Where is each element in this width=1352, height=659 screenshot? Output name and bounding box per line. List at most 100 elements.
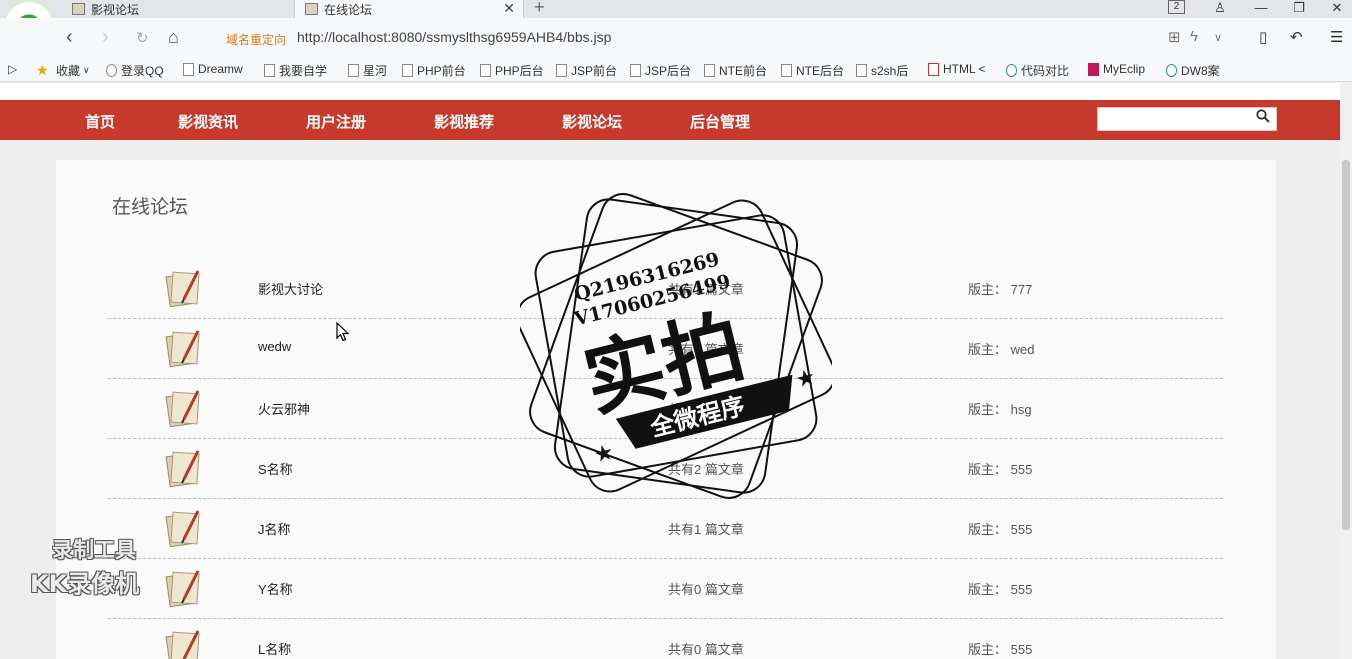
page-icon [402, 64, 413, 77]
bookmark-item[interactable]: JSP后台 [630, 62, 691, 79]
myeclipse-icon [1088, 62, 1099, 76]
bookmark-item[interactable]: ★ 收藏 ∨ [36, 62, 90, 79]
page-icon [556, 64, 567, 77]
moderator-label: 版主： 555 [968, 642, 1033, 657]
moderator-label: 版主： hsg [968, 402, 1032, 417]
undo-icon[interactable]: ↶ [1290, 28, 1303, 46]
bookmark-item[interactable]: 登录QQ [106, 62, 164, 79]
forum-board-icon [165, 390, 200, 428]
article-count: 共有1 篇文章 [668, 522, 744, 537]
close-tab-icon[interactable]: ✕ [503, 0, 515, 17]
minimize-icon[interactable]: — [1246, 0, 1276, 18]
page-favicon-icon [72, 3, 85, 15]
star-icon: ★ [793, 364, 818, 393]
forum-board-icon [165, 630, 200, 659]
url-input[interactable]: http://localhost:8080/ssmyslthsg6959AHB4… [297, 29, 611, 45]
address-bar: ‹ › ↻ ⌂ 域名重定向 http://localhost:8080/ssmy… [0, 18, 1352, 58]
reading-icon[interactable]: ▯ [1259, 28, 1267, 46]
tab-count-badge[interactable]: 2 [1168, 0, 1185, 14]
forum-name-link[interactable]: 火云邪神 [258, 399, 310, 418]
new-tab-icon[interactable]: + [534, 0, 545, 18]
bookmark-item[interactable]: NTE后台 [781, 62, 844, 79]
window-close-icon[interactable]: ✕ [1322, 0, 1352, 18]
recorder-watermark: 录制工具 KK录像机 [30, 534, 180, 599]
site-icon [856, 64, 867, 77]
page-favicon-icon [305, 3, 318, 15]
bookmark-item[interactable]: DW8案 [1166, 62, 1220, 79]
article-count: 共有0 篇文章 [668, 582, 744, 597]
bookmark-item[interactable]: 代码对比 [1006, 62, 1069, 79]
star-icon: ★ [591, 439, 616, 468]
mouse-cursor-icon [336, 322, 350, 342]
nav-register[interactable]: 用户注册 [306, 111, 366, 132]
page-icon [348, 64, 359, 77]
forum-name-link[interactable]: S名称 [258, 459, 293, 478]
sidebar-toggle-icon[interactable]: ▷ [8, 62, 17, 76]
bookmark-item[interactable]: PHP后台 [480, 62, 544, 79]
nav-home[interactable]: 首页 [85, 111, 115, 132]
tab-1-label: 影视论坛 [91, 2, 140, 17]
forum-row[interactable]: J名称 共有1 篇文章 版主： 555 [108, 499, 1223, 559]
bookmark-item[interactable]: JSP前台 [556, 62, 617, 79]
dreamweaver-icon [183, 62, 194, 76]
tab-2-active[interactable]: 在线论坛 ✕ [294, 0, 524, 18]
forum-board-icon [165, 450, 200, 488]
moderator-label: 版主： 555 [968, 462, 1033, 477]
forum-row[interactable]: Y名称 共有0 篇文章 版主： 555 [108, 559, 1223, 619]
search-input[interactable] [1097, 107, 1277, 131]
nav-news[interactable]: 影视资讯 [178, 111, 238, 132]
html-icon [928, 62, 939, 76]
nav-recommend[interactable]: 影视推荐 [434, 111, 494, 132]
bookmark-item[interactable]: 星河 [348, 62, 387, 79]
scrollbar-thumb[interactable] [1342, 160, 1350, 530]
bookmark-item[interactable]: NTE前台 [704, 62, 767, 79]
forum-board-icon [165, 270, 200, 308]
main-nav: 首页 影视资讯 用户注册 影视推荐 影视论坛 后台管理 [0, 100, 1340, 140]
restore-icon[interactable]: ❐ [1284, 0, 1314, 18]
bookmark-item[interactable]: Dreamw [183, 62, 243, 76]
forum-row[interactable]: L名称 共有0 篇文章 版主： 555 [108, 619, 1223, 659]
page-header-strip [0, 83, 1340, 100]
tab-2-label: 在线论坛 [324, 2, 373, 17]
tab-1[interactable]: 影视论坛 [62, 0, 294, 18]
star-icon: ★ [36, 62, 49, 78]
forum-name-link[interactable]: 影视大讨论 [258, 279, 323, 298]
bookmark-item[interactable]: s2sh后 [856, 62, 908, 79]
moderator-label: 版主： wed [968, 342, 1035, 357]
refresh-icon[interactable]: ↻ [136, 29, 149, 47]
watermark-line-1: 录制工具 [52, 538, 136, 562]
redirect-label: 域名重定向 [226, 33, 287, 47]
grid-icon[interactable]: ⊞ [1168, 28, 1181, 46]
lightning-icon[interactable]: ϟ [1190, 28, 1198, 45]
menu-icon[interactable]: ☰ [1330, 28, 1343, 46]
forum-name-link[interactable]: wedw [258, 339, 291, 354]
bookmark-item[interactable]: HTML < [928, 62, 986, 76]
forward-icon[interactable]: › [102, 26, 109, 49]
bookmark-item[interactable]: PHP前台 [402, 62, 466, 79]
page-icon [704, 64, 715, 77]
watermark-line-2: KK录像机 [30, 570, 140, 598]
forum-name-link[interactable]: J名称 [258, 519, 291, 538]
page-icon [480, 64, 491, 77]
article-count: 共有0 篇文章 [668, 642, 744, 657]
qq-icon [106, 64, 117, 77]
nav-forum[interactable]: 影视论坛 [562, 111, 622, 132]
compare-icon [1006, 64, 1017, 77]
forum-name-link[interactable]: L名称 [258, 639, 291, 658]
chevron-down-icon[interactable]: ∨ [1214, 31, 1222, 44]
site-icon [264, 64, 275, 77]
moderator-label: 版主： 555 [968, 582, 1033, 597]
nav-admin[interactable]: 后台管理 [690, 111, 750, 132]
back-icon[interactable]: ‹ [66, 26, 73, 49]
search-icon[interactable] [1256, 109, 1270, 126]
moderator-label: 版主： 777 [968, 282, 1033, 297]
stamp-overlay: Q2196316269 V17060256499 实拍 全微程序 ★ ★ [520, 193, 832, 499]
bookmarks-bar: ▷ ★ 收藏 ∨ 登录QQ Dreamw 我要自学 星河 PHP前台 PHP后台 J… [0, 58, 1352, 82]
shirt-skin-icon[interactable]: ♙ [1205, 0, 1235, 18]
bookmark-item[interactable]: MyEclip [1088, 62, 1145, 76]
bookmark-item[interactable]: 我要自学 [264, 62, 327, 79]
moderator-label: 版主： 555 [968, 522, 1033, 537]
forum-name-link[interactable]: Y名称 [258, 579, 293, 598]
page-icon [781, 64, 792, 77]
home-icon[interactable]: ⌂ [168, 27, 179, 48]
